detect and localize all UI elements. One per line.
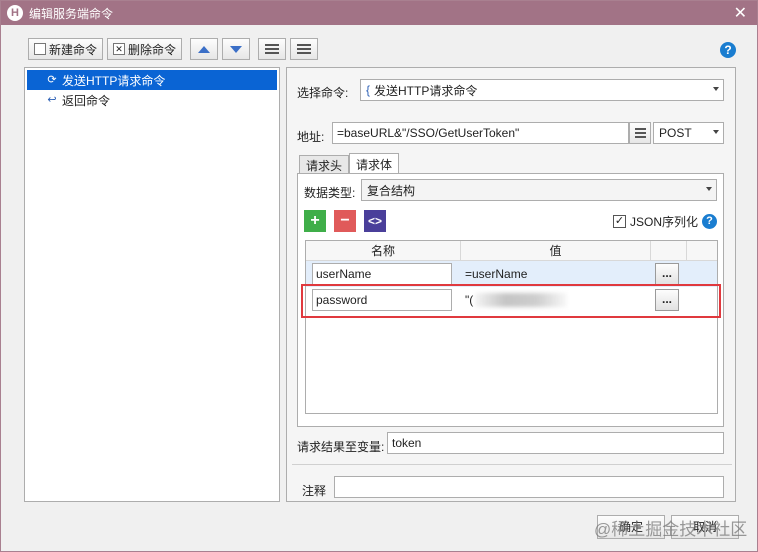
help-icon[interactable]: ? [720, 42, 736, 58]
select-command-label: 选择命令: [297, 86, 349, 100]
delete-command-icon: ✕ [113, 43, 126, 55]
return-icon: ↩ [47, 94, 57, 106]
move-down-button[interactable] [222, 38, 251, 60]
param-name-input[interactable]: userName [312, 263, 452, 285]
tab-body[interactable]: 请求体 [349, 153, 400, 175]
outdent-icon [297, 44, 312, 54]
outdent-button[interactable] [290, 38, 319, 60]
column-header-action [651, 241, 687, 261]
move-up-button[interactable] [190, 38, 219, 60]
new-command-label: 新建命令 [49, 42, 98, 57]
add-row-button[interactable]: + [304, 210, 326, 232]
app-logo-icon: H [7, 5, 23, 21]
delete-command-button[interactable]: ✕ 删除命令 [107, 38, 183, 60]
tab-headers[interactable]: 请求头 [299, 155, 350, 175]
http-request-icon: { [366, 83, 371, 97]
command-type-value: 发送HTTP请求命令 [374, 83, 478, 98]
note-label: 注释 [302, 484, 327, 498]
result-var-input[interactable]: token [387, 432, 724, 454]
window-title: 编辑服务端命令 [29, 6, 114, 21]
command-type-select[interactable]: { 发送HTTP请求命令 [360, 79, 724, 101]
command-list: ⟳ 发送HTTP请求命令 ↩ 返回命令 [24, 67, 280, 502]
new-command-button[interactable]: 新建命令 [28, 38, 104, 60]
address-value: =baseURL&"/SSO/GetUserToken" [337, 126, 520, 140]
json-serialize-checkbox[interactable]: ✓ [613, 215, 626, 228]
grid-header: 名称 值 [306, 241, 717, 261]
command-item-return[interactable]: ↩ 返回命令 [25, 90, 279, 110]
indent-icon [265, 44, 280, 54]
command-item-label: 返回命令 [62, 93, 111, 108]
json-serialize-option[interactable]: ✓ JSON序列化 ? [613, 213, 718, 230]
delete-command-label: 删除命令 [128, 42, 177, 57]
http-method-value: POST [659, 126, 692, 140]
data-type-value: 复合结构 [367, 183, 416, 198]
watermark: @稀土掘金技术社区 [594, 520, 748, 539]
expression-editor-button[interactable] [629, 122, 651, 144]
note-input[interactable] [334, 476, 724, 498]
result-var-value: token [392, 436, 422, 450]
column-header-name: 名称 [306, 241, 461, 261]
body-params-grid: 名称 值 userName =userName ... password "( … [305, 240, 718, 414]
expression-icon [634, 128, 646, 138]
http-method-select[interactable]: POST [653, 122, 724, 144]
highlight-box [301, 284, 721, 318]
arrow-up-icon [198, 45, 211, 53]
command-item-label: 发送HTTP请求命令 [62, 73, 166, 88]
address-input[interactable]: =baseURL&"/SSO/GetUserToken" [332, 122, 629, 144]
request-tabs: 请求头 请求体 [299, 153, 400, 175]
arrow-down-icon [230, 45, 243, 53]
dialog-window: H 编辑服务端命令 ✕ 新建命令 ✕ 删除命令 ? ⟳ 发送HTTP请求命令 ↩… [0, 0, 758, 552]
param-edit-button[interactable]: ... [655, 263, 679, 285]
indent-button[interactable] [258, 38, 287, 60]
help-icon[interactable]: ? [702, 214, 718, 229]
http-request-icon: ⟳ [47, 74, 57, 86]
code-view-button[interactable]: <> [364, 210, 386, 232]
divider [292, 464, 732, 465]
chevron-down-icon [713, 130, 719, 134]
address-label: 地址: [297, 130, 325, 144]
title-bar: H 编辑服务端命令 ✕ [1, 1, 757, 25]
remove-row-button[interactable]: − [334, 210, 356, 232]
command-item-http[interactable]: ⟳ 发送HTTP请求命令 [27, 70, 277, 90]
data-type-select[interactable]: 复合结构 [361, 179, 717, 201]
result-var-label: 请求结果至变量: [297, 440, 385, 454]
chevron-down-icon [706, 187, 712, 191]
new-command-icon [34, 43, 46, 55]
data-type-label: 数据类型: [304, 186, 356, 200]
chevron-down-icon [713, 87, 719, 91]
json-serialize-label: JSON序列化 [630, 215, 699, 229]
close-button[interactable]: ✕ [734, 3, 747, 23]
column-header-value: 值 [461, 241, 651, 261]
toolbar: 新建命令 ✕ 删除命令 [28, 38, 319, 60]
